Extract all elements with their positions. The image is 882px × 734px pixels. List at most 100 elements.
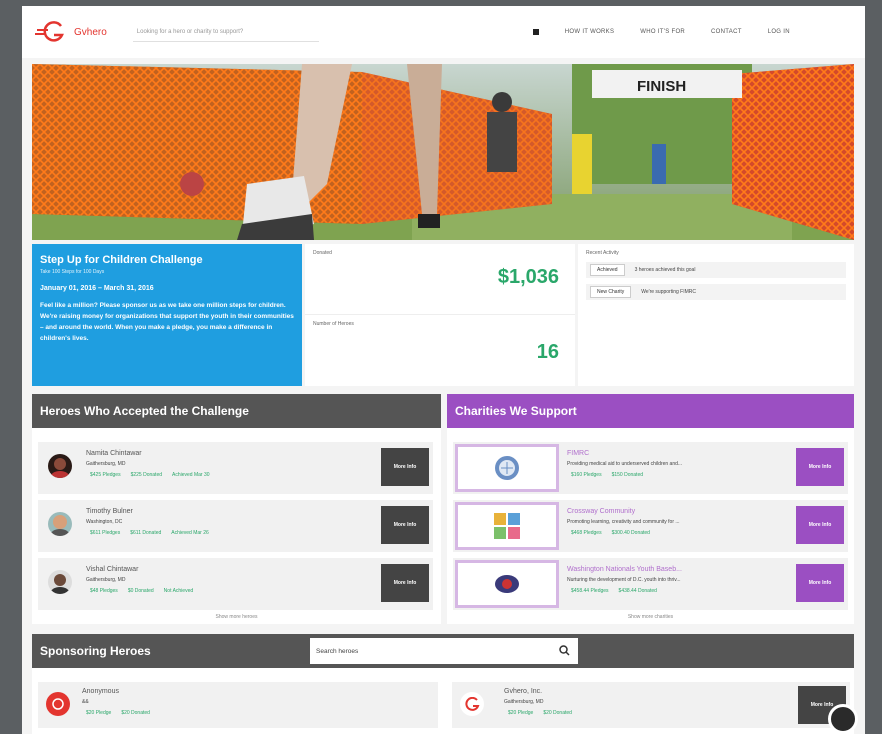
search-heroes-placeholder: Search heroes: [316, 647, 359, 655]
hero-name[interactable]: Timothy Bulner: [86, 508, 133, 515]
sponsor-pledges: $20 Pledge: [508, 710, 534, 716]
baseball-logo-icon: [495, 575, 519, 593]
sponsor-donated: $20 Donated: [121, 710, 150, 716]
charity-row: FIMRC Providing medical aid to underserv…: [453, 442, 848, 494]
hero-name[interactable]: Vishal Chintawar: [86, 566, 138, 573]
charity-logo[interactable]: [455, 444, 559, 492]
activity-tag: Achieved: [590, 264, 625, 276]
charity-pledges: $468 Pledges: [571, 530, 602, 536]
menu-dot-icon[interactable]: [532, 29, 539, 35]
challenge-description: Feel like a million? Please sponsor us a…: [40, 302, 294, 342]
hero-row: Namita Chintawar Gaithersburg, MD $425 P…: [38, 442, 433, 494]
avatar[interactable]: [48, 454, 72, 478]
more-info-button[interactable]: More Info: [796, 506, 844, 544]
nav-log-in[interactable]: LOG IN: [768, 29, 790, 35]
recent-activity-label: Recent Activity: [586, 250, 619, 256]
hero-status: Achieved Mar 30: [172, 472, 210, 478]
activity-text: 3 heroes achieved this goal: [634, 267, 696, 273]
gvhero-logo-icon: [35, 21, 64, 42]
hero-location: Gaithersburg, MD: [86, 577, 126, 583]
charity-donated: $438.44 Donated: [618, 588, 657, 594]
nav-contact[interactable]: CONTACT: [711, 29, 742, 35]
heroes-count-value: 16: [536, 341, 559, 363]
challenge-card: Step Up for Children Challenge Take 100 …: [32, 244, 302, 386]
sponsor-donated: $20 Donated: [543, 710, 572, 716]
globe-icon: [495, 456, 519, 480]
activity-text: We're supporting FIMRC: [641, 289, 697, 295]
chat-icon[interactable]: [828, 704, 858, 734]
brand-name: Gvhero: [74, 26, 107, 38]
sponsor-card: Anonymous && $20 Pledge $20 Donated: [38, 682, 438, 728]
sponsor-location: Gaithersburg, MD: [504, 699, 544, 705]
charity-name[interactable]: FIMRC: [567, 450, 589, 457]
hero-donated: $0 Donated: [127, 588, 154, 594]
sponsor-pledges: $20 Pledge: [86, 710, 112, 716]
page-frame: Gvhero Looking for a hero or charity to …: [22, 6, 865, 734]
hero-name[interactable]: Namita Chintawar: [86, 450, 142, 457]
mosaic-logo-icon: [494, 513, 520, 539]
challenge-dates: January 01, 2016 – March 31, 2016: [40, 285, 154, 292]
heroes-list: Namita Chintawar Gaithersburg, MD $425 P…: [32, 428, 441, 624]
sponsor-name[interactable]: Anonymous: [82, 688, 119, 695]
activity-tag: New Charity: [590, 286, 632, 298]
hero-status: Achieved Mar 26: [171, 530, 209, 536]
hero-row: Timothy Bulner Washington, DC $611 Pledg…: [38, 500, 433, 552]
finish-banner: FINISH: [637, 78, 686, 95]
charity-pledges: $458.44 Pledges: [571, 588, 609, 594]
charity-description: Nurturing the development of D.C. youth …: [567, 577, 681, 583]
sponsor-name[interactable]: Gvhero, Inc.: [504, 688, 542, 695]
logo[interactable]: Gvhero: [34, 21, 107, 43]
hero-row: Vishal Chintawar Gaithersburg, MD $48 Pl…: [38, 558, 433, 610]
top-nav: Gvhero Looking for a hero or charity to …: [22, 6, 865, 58]
more-info-button[interactable]: More Info: [796, 448, 844, 486]
sponsor-card: Gvhero, Inc. Gaithersburg, MD $20 Pledge…: [452, 682, 850, 728]
show-more-charities-link[interactable]: Show more charities: [447, 614, 854, 620]
heroes-count-label: Number of Heroes: [313, 321, 354, 327]
gvhero-avatar-icon: [460, 692, 484, 716]
anonymous-avatar-icon: [46, 692, 70, 716]
nav-who-its-for[interactable]: WHO IT'S FOR: [640, 29, 685, 35]
more-info-button[interactable]: More Info: [381, 448, 429, 486]
charities-list: FIMRC Providing medical aid to underserv…: [447, 428, 854, 624]
hero-status: Not Achieved: [163, 588, 194, 594]
charities-panel-title: Charities We Support: [447, 394, 854, 428]
activity-item: Achieved 3 heroes achieved this goal: [586, 262, 846, 278]
donated-value: $1,036: [497, 266, 559, 288]
charity-donated: $300.40 Donated: [611, 530, 650, 536]
challenge-subtitle: Take 100 Steps for 100 Days: [40, 269, 105, 275]
sponsor-location: &&: [82, 699, 89, 705]
hero-pledges: $48 Pledges: [90, 588, 118, 594]
heroes-stat: Number of Heroes 16: [305, 315, 575, 386]
charity-logo[interactable]: [455, 502, 559, 550]
hero-donated: $611 Donated: [130, 530, 162, 536]
charity-name[interactable]: Crossway Community: [567, 508, 635, 515]
charity-pledges: $160 Pledges: [571, 472, 602, 478]
search-input[interactable]: Looking for a hero or charity to support…: [132, 22, 319, 42]
activity-item: New Charity We're supporting FIMRC: [586, 284, 846, 300]
avatar[interactable]: [48, 570, 72, 594]
show-more-heroes-link[interactable]: Show more heroes: [32, 614, 441, 620]
hero-pledges: $611 Pledges: [90, 530, 121, 536]
search-heroes-input[interactable]: Search heroes: [310, 638, 578, 664]
charity-row: Washington Nationals Youth Baseb... Nurt…: [453, 558, 848, 610]
charity-description: Providing medical aid to underserved chi…: [567, 461, 683, 467]
more-info-button[interactable]: More Info: [796, 564, 844, 602]
charity-row: Crossway Community Promoting learning, c…: [453, 500, 848, 552]
search-icon[interactable]: [559, 645, 570, 656]
sponsoring-heroes-list: Anonymous && $20 Pledge $20 Donated Gvhe…: [32, 668, 854, 734]
hero-location: Washington, DC: [86, 519, 123, 525]
hero-image: FINISH: [32, 64, 854, 240]
more-info-button[interactable]: More Info: [381, 564, 429, 602]
heroes-panel-title: Heroes Who Accepted the Challenge: [32, 394, 441, 428]
donated-label: Donated: [313, 250, 332, 256]
charity-name[interactable]: Washington Nationals Youth Baseb...: [567, 566, 682, 573]
recent-activity-panel: Recent Activity Achieved 3 heroes achiev…: [578, 244, 854, 386]
hero-donated: $225 Donated: [130, 472, 163, 478]
donated-stat: Donated $1,036: [305, 244, 575, 315]
nav-how-it-works[interactable]: HOW IT WORKS: [565, 29, 615, 35]
charity-logo[interactable]: [455, 560, 559, 608]
hero-location: Gaithersburg, MD: [86, 461, 126, 467]
charity-donated: $150 Donated: [611, 472, 644, 478]
avatar[interactable]: [48, 512, 72, 536]
more-info-button[interactable]: More Info: [381, 506, 429, 544]
